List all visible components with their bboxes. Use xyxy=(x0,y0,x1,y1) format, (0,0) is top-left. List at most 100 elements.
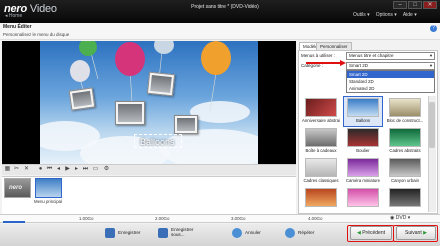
template-thumbnail xyxy=(389,98,421,117)
chevron-down-icon: ▼ xyxy=(429,53,433,58)
template-thumbnail xyxy=(305,128,337,147)
logo-product: Video xyxy=(29,3,57,15)
menu-bar: Outils ▾ Options ▾ Aide ▾ xyxy=(353,12,423,18)
template-item[interactable]: Boîte à cadeaux xyxy=(302,127,340,156)
menu-tools[interactable]: Outils ▾ xyxy=(353,12,370,18)
menu-caption[interactable]: Balloons xyxy=(140,137,175,147)
menu-type-value: Menus titre et chapitre xyxy=(349,53,394,58)
save-icon xyxy=(105,228,115,238)
template-thumbnail xyxy=(305,158,337,177)
category-value: Smart 2D xyxy=(349,63,369,68)
capacity-tick: 1.00Go xyxy=(79,216,94,221)
page-title: Menu Éditer xyxy=(3,24,32,30)
menu-type-select[interactable]: Menus titre et chapitre ▼ xyxy=(346,52,435,60)
undo-icon xyxy=(232,228,242,238)
undo-label: Annuler xyxy=(245,230,261,235)
template-thumbnail xyxy=(347,128,379,147)
template-label: Caméra miniature xyxy=(345,178,381,183)
disc-type-value: DVD xyxy=(395,215,407,221)
layout-icon[interactable]: ▭ xyxy=(92,166,99,173)
template-item[interactable] xyxy=(302,187,340,214)
template-label: Cadres abstraits xyxy=(389,148,421,153)
delete-icon[interactable]: ✕ xyxy=(23,166,30,173)
template-item[interactable]: Ballons xyxy=(343,96,383,127)
template-label: Boulier xyxy=(356,148,370,153)
thumb-label: Menu principal xyxy=(34,199,62,204)
template-label: Anniversaire abstraits xyxy=(302,118,340,123)
redo-icon xyxy=(285,228,295,238)
chevron-down-icon: ▼ xyxy=(429,63,433,68)
template-item[interactable]: Anniversaire abstraits xyxy=(302,97,340,126)
menu-type-label: Menus à utiliser : xyxy=(301,53,336,58)
photo-frame[interactable] xyxy=(174,115,198,134)
template-item[interactable] xyxy=(344,187,382,214)
play-icon[interactable]: ▶ xyxy=(64,166,71,173)
template-thumbnail xyxy=(305,188,337,207)
menu-preview: Balloons xyxy=(2,41,296,164)
category-select[interactable]: Smart 2D ▼ xyxy=(346,62,435,70)
capacity-tick: 2.00Go xyxy=(155,216,170,221)
nero-thumbnail[interactable]: nero xyxy=(4,178,31,198)
annotation-arrowhead xyxy=(340,60,346,66)
category-option[interactable]: Smart 2D xyxy=(347,71,434,78)
disc-type-select[interactable]: ◉ DVD ▾ xyxy=(390,215,410,221)
template-label: Canyon urbain xyxy=(391,178,419,183)
template-item[interactable]: Cadres abstraits xyxy=(386,127,424,156)
close-icon[interactable]: ✕ xyxy=(423,1,437,9)
cut-icon[interactable]: ✂ xyxy=(13,166,20,173)
next-icon[interactable]: ▸ xyxy=(73,166,80,173)
grid-icon[interactable]: ▦ xyxy=(4,166,11,173)
category-option[interactable]: Animated 2D xyxy=(347,85,434,92)
stop-icon[interactable]: ● xyxy=(37,166,44,173)
home-label: Home xyxy=(8,13,23,19)
menu-options[interactable]: Options ▾ xyxy=(376,12,397,18)
save-as-icon xyxy=(158,228,168,238)
template-item[interactable]: Caméra miniature xyxy=(344,157,382,186)
gallery-scrollbar-thumb[interactable] xyxy=(429,102,435,148)
help-icon[interactable]: ? xyxy=(430,25,437,32)
template-label: Ballons xyxy=(355,118,371,123)
redo-label: Répéter xyxy=(298,230,315,235)
capacity-tick: 3.00Go xyxy=(231,216,246,221)
template-item[interactable]: Boulier xyxy=(344,127,382,156)
template-item[interactable]: Bloc de construct... xyxy=(386,97,424,126)
capacity-used-bar xyxy=(3,221,25,223)
home-button[interactable]: ◂ Home xyxy=(5,13,22,19)
highlight-box xyxy=(347,225,394,242)
save-as-label: Enregistrer sous... xyxy=(171,227,194,237)
minimize-icon[interactable]: – xyxy=(393,1,407,9)
template-gallery: Anniversaire abstraits Ballons Bloc de c… xyxy=(300,96,428,214)
disc-capacity-ruler xyxy=(0,214,440,223)
template-thumbnail xyxy=(347,158,379,177)
save-label: Enregistrer xyxy=(118,230,141,235)
window-title: Projet sans titre * (DVD-Vidéo) xyxy=(191,4,259,10)
template-thumbnail xyxy=(389,128,421,147)
template-thumbnail xyxy=(389,188,421,207)
menu-help[interactable]: Aide ▾ xyxy=(403,12,417,18)
nero-thumb-logo: nero xyxy=(9,185,23,191)
template-item[interactable] xyxy=(386,187,424,214)
template-thumbnail xyxy=(389,158,421,177)
main-menu-thumbnail[interactable] xyxy=(35,178,62,198)
photo-frame[interactable] xyxy=(115,101,145,125)
template-item[interactable]: Canyon urbain xyxy=(386,157,424,186)
settings-icon[interactable]: ⚙ xyxy=(103,166,110,173)
photo-frame[interactable] xyxy=(146,71,176,97)
first-icon[interactable]: ⏮ xyxy=(46,166,53,173)
capacity-tick: 4.00Go xyxy=(308,216,323,221)
maximize-icon[interactable]: □ xyxy=(408,1,422,9)
page-subtitle: Personnalisez le menu du disque xyxy=(3,32,70,37)
template-thumbnail xyxy=(347,188,379,207)
template-thumbnail xyxy=(305,98,337,117)
photo-frame[interactable] xyxy=(68,87,96,111)
template-label: Cadres classiques xyxy=(303,178,339,183)
annotation-arrow xyxy=(306,62,344,64)
prev-icon[interactable]: ◂ xyxy=(55,166,62,173)
last-icon[interactable]: ⏭ xyxy=(82,166,89,173)
tab-customize[interactable]: Personnaliser xyxy=(316,42,352,50)
template-item[interactable]: Cadres classiques xyxy=(302,157,340,186)
category-option[interactable]: Standard 2D xyxy=(347,78,434,85)
template-label: Boîte à cadeaux xyxy=(305,148,337,153)
nero-video-window: nero Video ◂ Home Projet sans titre * (D… xyxy=(0,0,440,246)
template-label: Bloc de construct... xyxy=(386,118,424,123)
